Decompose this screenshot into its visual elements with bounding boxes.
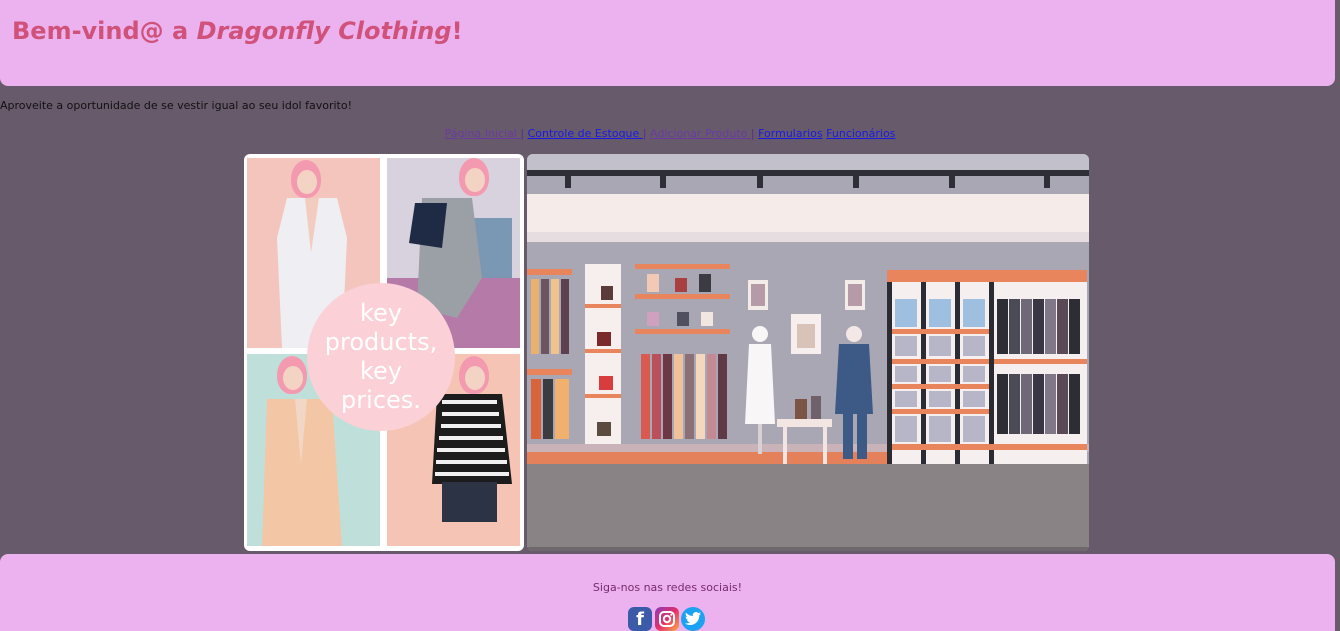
twitter-icon[interactable] xyxy=(681,607,705,631)
page-header: Bem-vind@ a Dragonfly Clothing! xyxy=(0,0,1335,86)
nav-link-add-product[interactable]: Adicionar Produto xyxy=(650,127,751,140)
promo-badge: key products, key prices. xyxy=(307,283,455,431)
nav-separator: | xyxy=(520,127,525,140)
title-prefix: Bem-vind@ a xyxy=(12,17,197,45)
promo-collage-image: key products, key prices. xyxy=(244,154,524,551)
tagline: Aproveite a oportunidade de se vestir ig… xyxy=(0,99,352,112)
store-illustration-image xyxy=(527,154,1089,551)
nav-separator: | xyxy=(750,127,755,140)
promo-badge-text: key products, key prices. xyxy=(324,299,438,414)
nav-link-forms[interactable]: Formularios xyxy=(758,127,823,140)
brand-name: Dragonfly Clothing xyxy=(196,17,452,45)
nav-separator: | xyxy=(642,127,647,140)
page-title: Bem-vind@ a Dragonfly Clothing! xyxy=(12,17,463,45)
main-nav: Página Inicial | Controle de Estoque | A… xyxy=(0,127,1340,140)
nav-link-stock-control[interactable]: Controle de Estoque xyxy=(528,127,643,140)
facebook-icon[interactable]: f xyxy=(628,607,652,631)
follow-us-text: Siga-nos nas redes sociais! xyxy=(592,581,743,594)
nav-link-employees[interactable]: Funcionários xyxy=(826,127,895,140)
instagram-icon[interactable] xyxy=(655,607,679,631)
nav-link-home[interactable]: Página Inicial xyxy=(445,127,521,140)
title-suffix: ! xyxy=(451,17,463,45)
